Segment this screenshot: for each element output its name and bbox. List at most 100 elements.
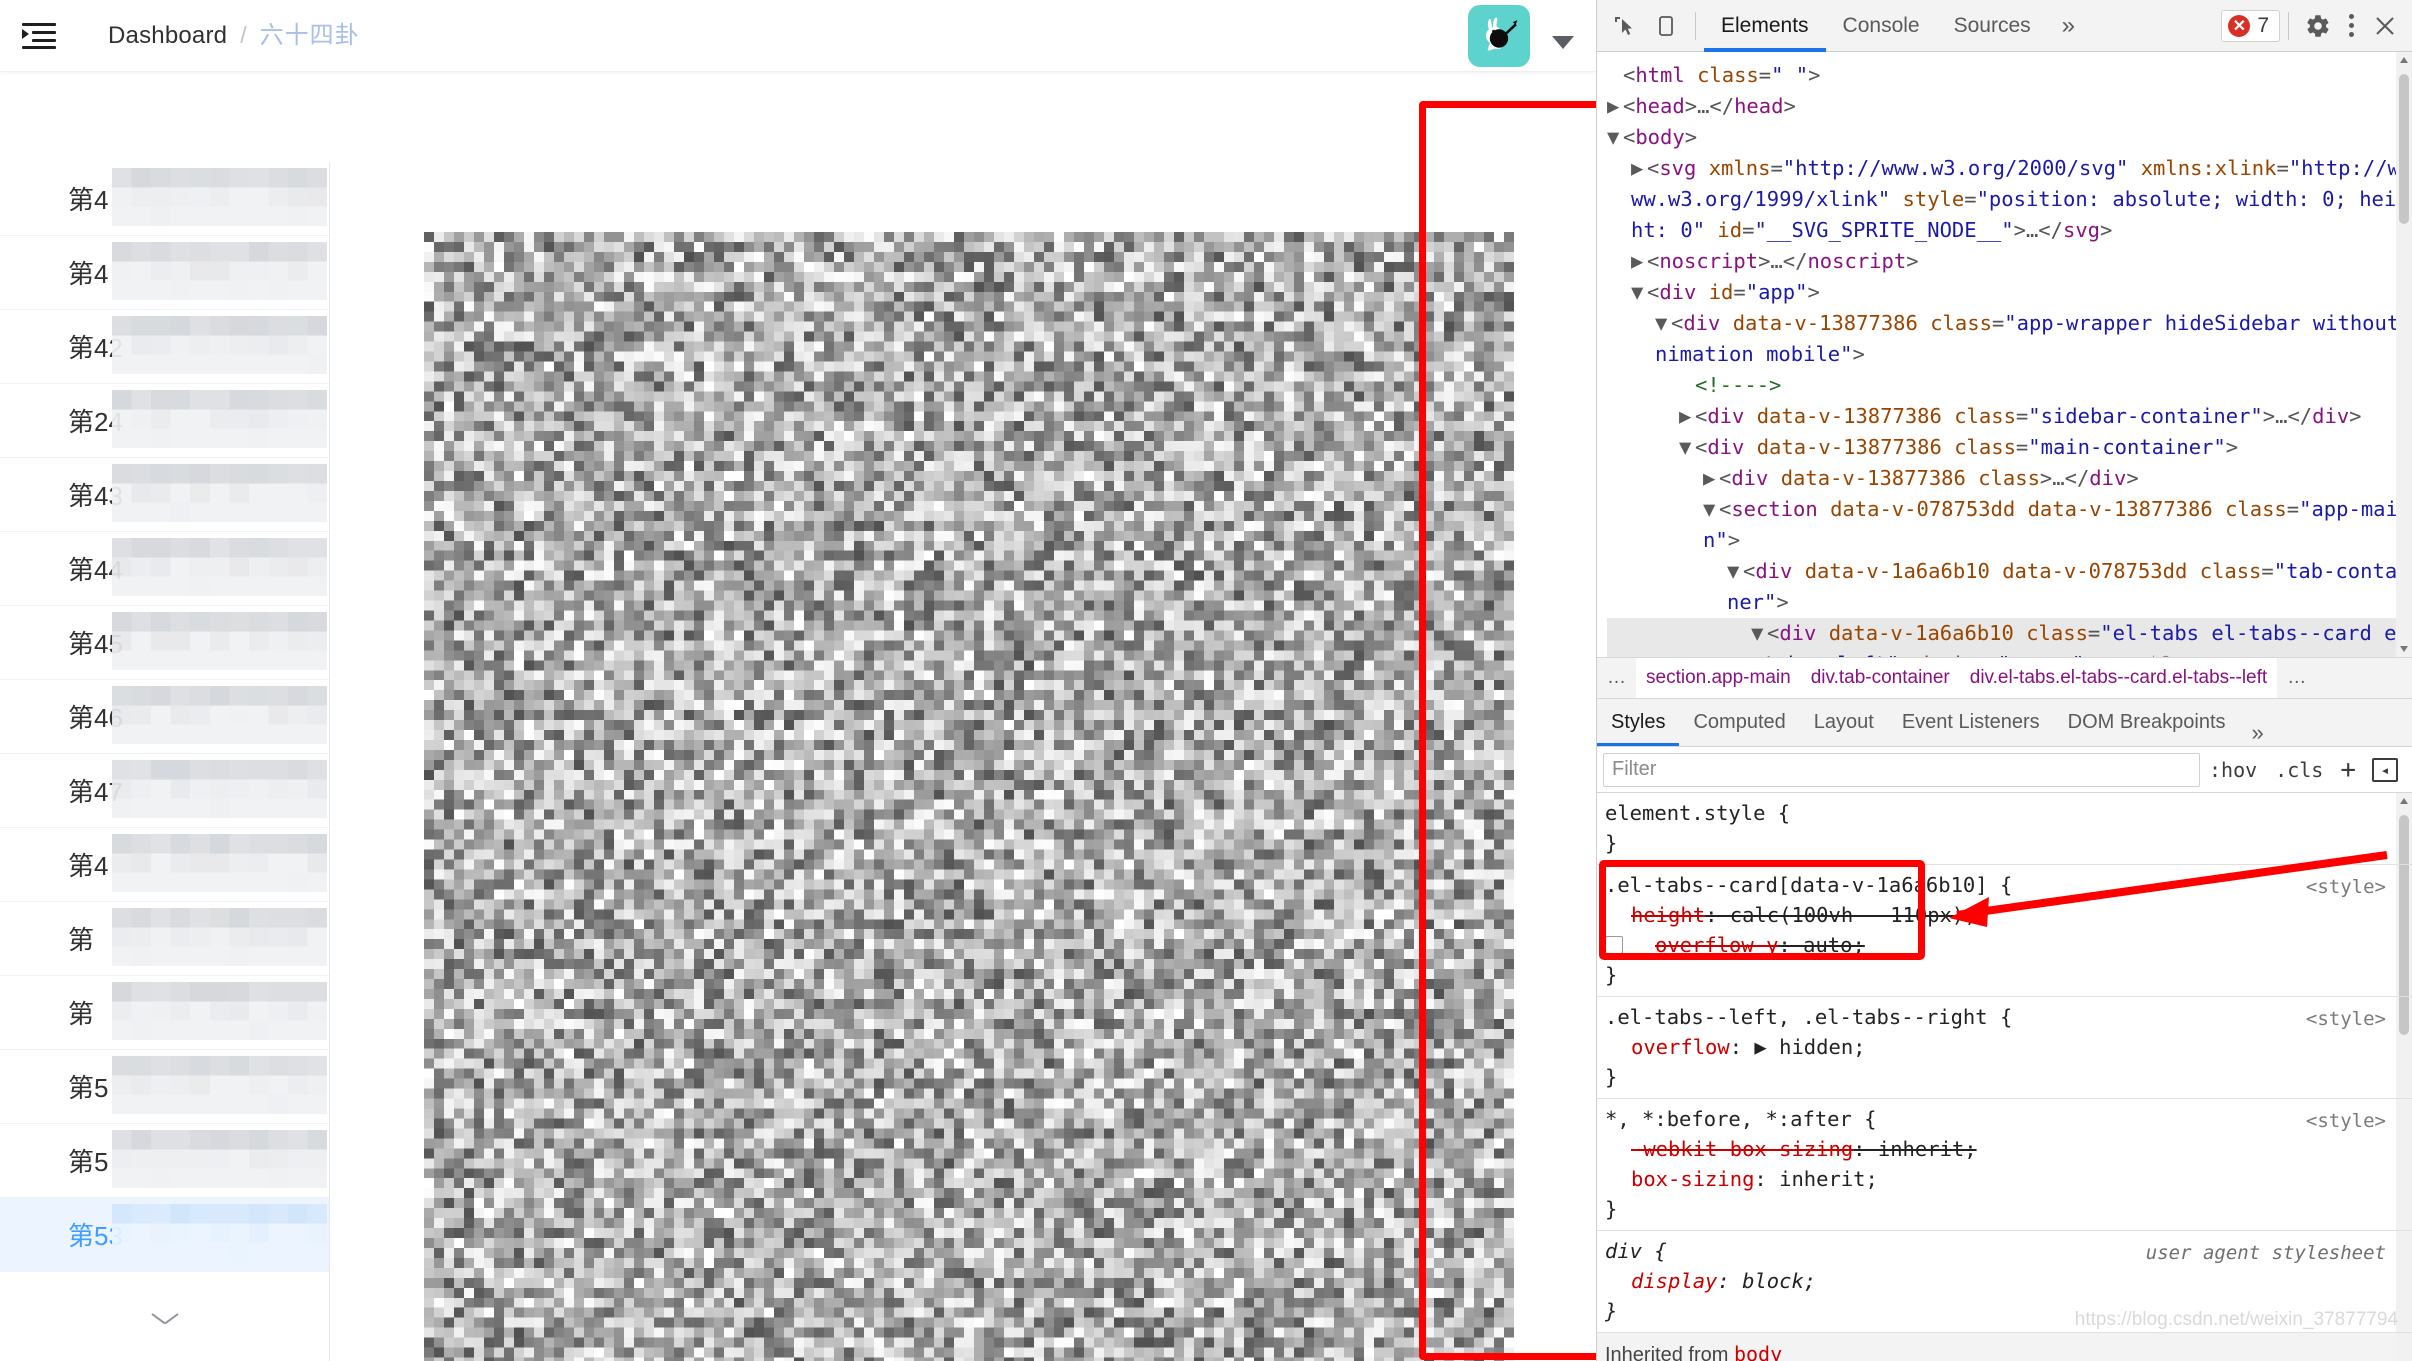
css-rule[interactable]: .el-tabs--left, .el-tabs--right {<style>… xyxy=(1597,997,2412,1099)
css-declaration[interactable]: height: calc(100vh - 110px); xyxy=(1605,900,2412,930)
gear-icon[interactable] xyxy=(2297,6,2339,46)
dom-breadcrumb-item[interactable]: … xyxy=(1597,658,1636,698)
tab-item[interactable]: 第5 xyxy=(0,1124,329,1198)
rabbit-avatar[interactable] xyxy=(1468,4,1530,67)
dom-tree-line[interactable]: <html class=" "> xyxy=(1607,60,2412,91)
device-toolbar-icon[interactable] xyxy=(1645,6,1687,46)
disclosure-triangle-icon[interactable]: ▶ xyxy=(1631,153,1647,184)
tab-item[interactable]: 第53 xyxy=(0,1198,329,1272)
inspect-element-icon[interactable] xyxy=(1603,6,1645,46)
tab-item[interactable]: 第4 xyxy=(0,162,329,236)
styles-subtabs: Styles Computed Layout Event Listeners DOM B… xyxy=(1597,699,2412,747)
dom-breadcrumb-item[interactable]: div.tab-container xyxy=(1800,658,1960,698)
devtools-tab-console[interactable]: Console xyxy=(1826,0,1937,52)
tab-item-label: 第47 xyxy=(68,777,123,807)
dom-breadcrumb-item[interactable]: section.app-main xyxy=(1636,658,1801,698)
dom-tree-line[interactable]: ▶ <svg xmlns="http://www.w3.org/2000/svg"… xyxy=(1607,153,2412,246)
caret-down-icon[interactable] xyxy=(1552,36,1574,49)
dom-breadcrumb-item[interactable]: … xyxy=(2277,658,2316,698)
tab-item[interactable]: 第4 xyxy=(0,236,329,310)
css-rule-source[interactable]: <style> xyxy=(2306,1004,2386,1034)
dom-tree-line[interactable]: ▶ <div data-v-13877386 class>…</div> xyxy=(1607,463,2412,494)
styles-filter-input[interactable] xyxy=(1603,752,2200,787)
tab-item[interactable]: 第5 xyxy=(0,1050,329,1124)
tabs-more-button[interactable] xyxy=(0,1272,329,1361)
tab-item[interactable]: 第44 xyxy=(0,532,329,606)
styles-subtab-computed[interactable]: Computed xyxy=(1679,698,1799,746)
css-rule[interactable]: *, *:before, *:after {<style> -webkit-box… xyxy=(1597,1099,2412,1231)
inherited-element[interactable]: body xyxy=(1734,1342,1782,1361)
disclosure-triangle-icon[interactable]: ▼ xyxy=(1631,277,1647,308)
css-declaration[interactable]: display: block; xyxy=(1605,1266,2412,1296)
dom-tree-line[interactable]: ▶ <head>…</head> xyxy=(1607,91,2412,122)
styles-subtab-layout[interactable]: Layout xyxy=(1800,698,1888,746)
disclosure-triangle-icon[interactable]: ▼ xyxy=(1751,618,1767,649)
tab-item[interactable]: 第46 xyxy=(0,680,329,754)
styles-subtab-styles[interactable]: Styles xyxy=(1597,698,1679,746)
dom-breadcrumb-item[interactable]: div.el-tabs.el-tabs--card.el-tabs--left xyxy=(1959,658,2278,698)
more-tabs-icon[interactable]: » xyxy=(2048,12,2089,40)
dom-tree-line[interactable]: ▼ <div data-v-13877386 class="app-wrapper… xyxy=(1607,308,2412,370)
styles-subtab-event-listeners[interactable]: Event Listeners xyxy=(1888,698,2054,746)
tab-item[interactable]: 第 xyxy=(0,902,329,976)
css-rule-source[interactable]: <style> xyxy=(2306,1106,2386,1136)
error-badge-icon: ✕ xyxy=(2228,14,2251,37)
dom-tree-line[interactable]: <!----> xyxy=(1607,370,2412,401)
dom-tree-line[interactable]: ▼ <div data-v-1a6a6b10 data-v-078753dd cl… xyxy=(1607,556,2412,618)
dom-tree-line[interactable]: ▶ <div data-v-13877386 class="sidebar-con… xyxy=(1607,401,2412,432)
disclosure-triangle-icon[interactable]: ▼ xyxy=(1679,432,1695,463)
toolbar-divider-2 xyxy=(2288,11,2289,40)
disclosure-triangle-icon[interactable]: ▼ xyxy=(1727,556,1743,587)
tab-item-label: 第 xyxy=(68,999,95,1029)
disclosure-triangle-icon[interactable]: ▶ xyxy=(1703,463,1719,494)
el-tabs-card-left: 第4 第4 第42 第24 第43 第44 第45 第46 第47 第4 第第第5 第5 第53 xyxy=(0,162,1596,1361)
disclosure-triangle-icon[interactable]: ▼ xyxy=(1607,122,1623,153)
censored-label-mask xyxy=(112,168,327,226)
css-rule-source[interactable]: <style> xyxy=(2306,872,2386,902)
css-rule[interactable]: element.style {} xyxy=(1597,793,2412,865)
dom-tree-line[interactable]: ▼ <section data-v-078753dd data-v-1387738… xyxy=(1607,494,2412,556)
tab-item[interactable]: 第 xyxy=(0,976,329,1050)
hamburger-collapse-icon[interactable] xyxy=(22,22,56,49)
censored-mosaic-content xyxy=(424,232,1514,1361)
more-options-icon[interactable] xyxy=(2339,14,2364,37)
new-style-rule-button[interactable]: + xyxy=(2332,755,2364,785)
devtools-tab-sources[interactable]: Sources xyxy=(1937,0,2048,52)
css-rule[interactable]: .el-tabs--card[data-v-1a6a6b10] {<style>… xyxy=(1597,865,2412,997)
declaration-checkbox[interactable] xyxy=(1605,936,1623,954)
styles-subtabs-more-icon[interactable]: » xyxy=(2240,720,2276,746)
disclosure-triangle-icon[interactable]: ▶ xyxy=(1631,246,1647,277)
css-declaration[interactable]: overflow-y: auto; xyxy=(1605,930,2412,960)
close-icon[interactable] xyxy=(2364,6,2406,46)
dom-tree[interactable]: <html class=" "> ▶ <head>…</head> ▼ <body> ▶ <… xyxy=(1597,52,2412,657)
disclosure-triangle-icon[interactable]: ▼ xyxy=(1655,308,1671,339)
css-rule[interactable]: div {user agent stylesheet display: block… xyxy=(1597,1231,2412,1333)
dom-tree-line[interactable]: ▼ <div data-v-1a6a6b10 class="el-tabs el-… xyxy=(1607,618,2412,657)
styles-subtab-dom-breakpoints[interactable]: DOM Breakpoints xyxy=(2054,698,2240,746)
breadcrumb-separator: / xyxy=(240,22,247,48)
css-rule-source[interactable]: user agent stylesheet xyxy=(2146,1238,2386,1268)
dom-tree-scrollbar[interactable] xyxy=(2396,52,2412,657)
devtools-tab-elements[interactable]: Elements xyxy=(1704,0,1826,52)
disclosure-triangle-icon[interactable]: ▼ xyxy=(1703,494,1719,525)
disclosure-triangle-icon[interactable]: ▶ xyxy=(1607,91,1623,122)
tab-item[interactable]: 第43 xyxy=(0,458,329,532)
breadcrumb-item-dashboard[interactable]: Dashboard xyxy=(108,23,227,48)
css-declaration[interactable]: overflow: ▶ hidden; xyxy=(1605,1032,2412,1062)
tab-item[interactable]: 第4 xyxy=(0,828,329,902)
css-declaration[interactable]: -webkit-box-sizing: inherit; xyxy=(1605,1134,2412,1164)
tab-item[interactable]: 第24 xyxy=(0,384,329,458)
hov-toggle[interactable]: :hov xyxy=(2200,758,2266,782)
error-badge[interactable]: ✕ 7 xyxy=(2221,9,2280,42)
toggle-element-classes-icon[interactable]: ◂ xyxy=(2372,757,2398,782)
css-declaration[interactable]: box-sizing: inherit; xyxy=(1605,1164,2412,1194)
tab-item[interactable]: 第42 xyxy=(0,310,329,384)
cls-toggle[interactable]: .cls xyxy=(2266,758,2332,782)
dom-tree-line[interactable]: ▶ <noscript>…</noscript> xyxy=(1607,246,2412,277)
tab-item[interactable]: 第45 xyxy=(0,606,329,680)
tab-item[interactable]: 第47 xyxy=(0,754,329,828)
dom-tree-line[interactable]: ▼ <div id="app"> xyxy=(1607,277,2412,308)
dom-tree-line[interactable]: ▼ <body> xyxy=(1607,122,2412,153)
disclosure-triangle-icon[interactable]: ▶ xyxy=(1679,401,1695,432)
dom-tree-line[interactable]: ▼ <div data-v-13877386 class="main-contai… xyxy=(1607,432,2412,463)
